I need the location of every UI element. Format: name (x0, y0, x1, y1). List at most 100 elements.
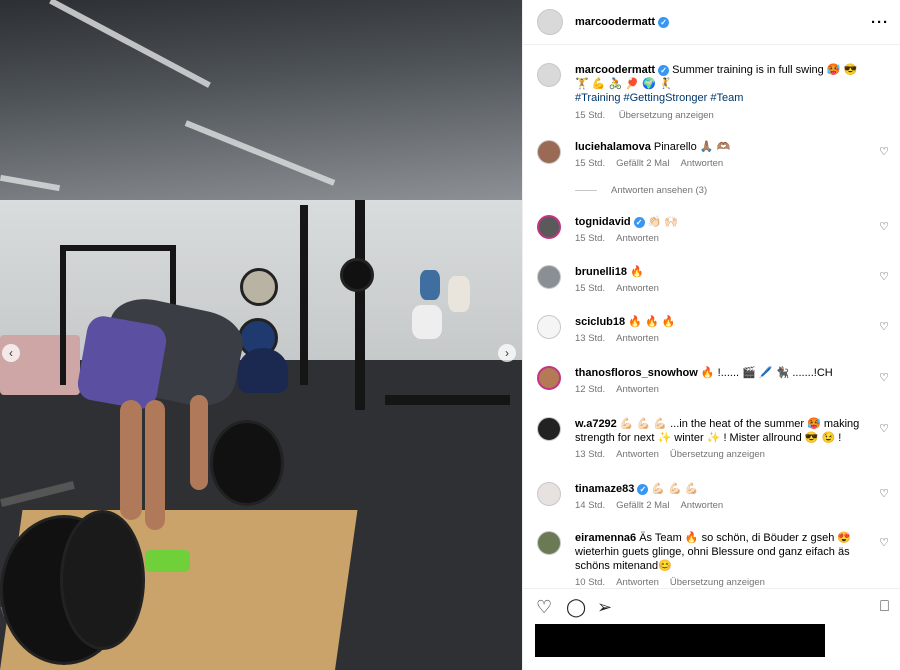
athlete-leg (120, 400, 142, 520)
translate-link[interactable]: Übersetzung anzeigen (670, 449, 765, 460)
commenter-avatar[interactable] (537, 215, 561, 239)
athlete-shorts (75, 313, 169, 412)
reply-button[interactable]: Antworten (616, 577, 659, 588)
comment-username[interactable]: sciclub18 (575, 316, 625, 328)
background-person (412, 305, 442, 339)
heart-icon[interactable]: ♡ (879, 487, 889, 500)
comment-username[interactable]: eiramenna6 (575, 532, 636, 544)
heart-icon[interactable]: ♡ (879, 145, 889, 158)
author-name-wrap: marcoodermatt ✓ (575, 16, 670, 28)
squat-rack (300, 205, 308, 385)
rack-frame (60, 245, 66, 385)
comment-username[interactable]: brunelli18 (575, 266, 627, 278)
commenter-avatar[interactable] (537, 265, 561, 289)
background-person (420, 270, 440, 300)
commenter-avatar[interactable] (537, 366, 561, 390)
translate-link[interactable]: Übersetzung anzeigen (619, 110, 714, 121)
comment-username[interactable]: tognidavid (575, 216, 631, 228)
caption-username[interactable]: marcoodermatt (575, 64, 655, 76)
author-avatar[interactable] (537, 63, 561, 87)
author-avatar[interactable] (537, 9, 563, 35)
post-photo: ‹ › (0, 0, 522, 670)
reply-button[interactable]: Antworten (680, 158, 723, 169)
comment-username[interactable]: thanosfloros_snowhow (575, 367, 698, 379)
reply-button[interactable]: Antworten (616, 384, 659, 395)
heart-icon[interactable]: ♡ (879, 536, 889, 549)
commenter-avatar[interactable] (537, 482, 561, 506)
heart-icon[interactable]: ♡ (879, 422, 889, 435)
background-person (448, 276, 470, 312)
commenter-avatar[interactable] (537, 315, 561, 339)
comment-time[interactable]: 15 Std. (575, 158, 605, 169)
previous-image-button[interactable]: ‹ (2, 344, 20, 362)
commenter-avatar[interactable] (537, 140, 561, 164)
comment-time[interactable]: 15 Std. (575, 233, 605, 244)
commenter-avatar[interactable] (537, 531, 561, 555)
comment-text: 💪🏻 💪🏻 💪🏻 ...in the heat of the summer 🥵 … (575, 418, 860, 444)
comment-item: brunelli18 🔥 15 Std. Antworten ♡ (537, 265, 897, 296)
comment-time[interactable]: 13 Std. (575, 333, 605, 344)
verified-badge-icon: ✓ (658, 64, 670, 76)
replies-divider (575, 190, 597, 191)
bookmark-icon[interactable]: ⎕ (880, 598, 889, 615)
comment-text: 🔥 (630, 266, 644, 278)
comment-time[interactable]: 13 Std. (575, 449, 605, 460)
athlete-shoe (145, 550, 190, 572)
comment-time[interactable]: 14 Std. (575, 500, 605, 511)
share-icon[interactable]: ➢ (597, 597, 612, 618)
post-header: marcoodermatt ✓ ··· (523, 0, 900, 45)
view-replies-button[interactable]: Antworten ansehen (3) (575, 185, 707, 196)
view-replies-label[interactable]: Antworten ansehen (3) (611, 185, 707, 196)
comment-likes[interactable]: Gefällt 2 Mal (616, 500, 669, 511)
heart-icon[interactable]: ♡ (879, 320, 889, 333)
reply-button[interactable]: Antworten (616, 333, 659, 344)
comments-list: marcoodermatt ✓ Summer training is in ful… (523, 45, 900, 588)
comment-item: w.a7292 💪🏻 💪🏻 💪🏻 ...in the heat of the s… (537, 417, 897, 462)
gym-ceiling (0, 0, 522, 200)
comment-time[interactable]: 12 Std. (575, 384, 605, 395)
comment-username[interactable]: luciehalamova (575, 141, 651, 153)
verified-badge-icon: ✓ (658, 16, 670, 28)
more-icon[interactable]: ··· (871, 14, 889, 31)
comment-icon[interactable]: ◯ (566, 597, 586, 618)
verified-badge-icon: ✓ (633, 216, 645, 228)
reply-button[interactable]: Antworten (616, 283, 659, 294)
reply-button[interactable]: Antworten (616, 233, 659, 244)
comment-likes[interactable]: Gefällt 2 Mal (616, 158, 669, 169)
comment-time[interactable]: 15 Std. (575, 283, 605, 294)
bench (385, 395, 510, 405)
reply-button[interactable]: Antworten (680, 500, 723, 511)
comment-item: eiramenna6 Äs Team 🔥 so schön, di Böuder… (537, 531, 897, 588)
athlete-cap (238, 348, 288, 393)
heart-icon[interactable]: ♡ (536, 597, 552, 618)
comment-item: luciehalamova Pinarello 🙏🏽 🫶🏽 15 Std. Gef… (537, 140, 897, 171)
comments-panel: marcoodermatt ✓ ··· marcoodermatt ✓ Summer… (522, 0, 900, 670)
reply-button[interactable]: Antworten (616, 449, 659, 460)
athlete-leg (145, 400, 165, 530)
weight-plate (210, 420, 284, 506)
comment-username[interactable]: tinamaze83 (575, 483, 634, 495)
heart-icon[interactable]: ♡ (879, 270, 889, 283)
comment-text: 👏🏻 🙌🏻 (647, 216, 679, 228)
caption-hashtags[interactable]: #Training #GettingStronger #Team (575, 91, 865, 105)
next-image-button[interactable]: › (498, 344, 516, 362)
heart-icon[interactable]: ♡ (879, 371, 889, 384)
comment-item: thanosfloros_snowhow 🔥 !...... 🎬 🖊️ 🐈‍⬛ … (537, 366, 897, 397)
verified-badge-icon: ✓ (637, 483, 649, 495)
comment-item: tognidavid ✓ 👏🏻 🙌🏻 15 Std. Antworten ♡ (537, 215, 897, 246)
comment-text: 💪🏻 💪🏻 💪🏻 (651, 483, 699, 495)
comment-time[interactable]: 10 Std. (575, 577, 605, 588)
author-username[interactable]: marcoodermatt (575, 16, 655, 28)
redaction-bar (535, 624, 825, 657)
heart-icon[interactable]: ♡ (879, 220, 889, 233)
squat-rack (355, 200, 365, 410)
commenter-avatar[interactable] (537, 417, 561, 441)
translate-link[interactable]: Übersetzung anzeigen (670, 577, 765, 588)
comment-item: tinamaze83 ✓ 💪🏻 💪🏻 💪🏻 14 Std. Gefällt 2 Ma… (537, 482, 897, 513)
comment-text: Pinarello 🙏🏽 🫶🏽 (653, 141, 731, 153)
comment-text: 🔥 !...... 🎬 🖊️ 🐈‍⬛ .......!CH (700, 367, 833, 379)
comment-text: 🔥 🔥 🔥 (628, 316, 676, 328)
comment-username[interactable]: w.a7292 (575, 418, 617, 430)
athlete-arm (190, 395, 208, 490)
caption-time[interactable]: 15 Std. (575, 110, 605, 121)
